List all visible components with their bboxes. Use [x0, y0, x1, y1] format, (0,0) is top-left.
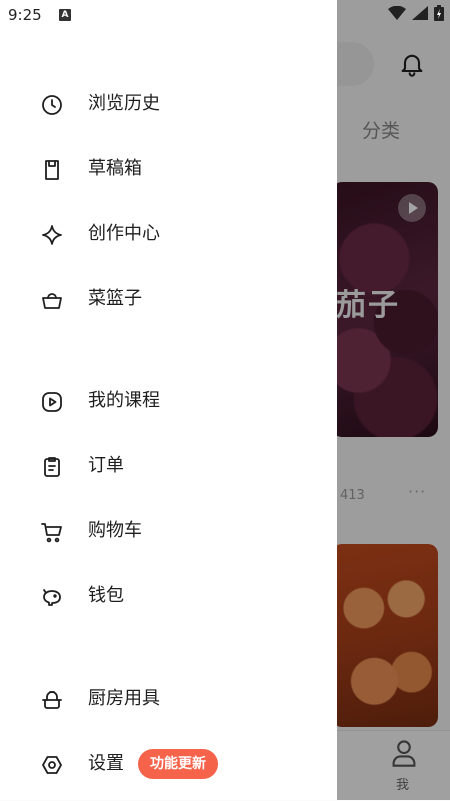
menu-item-orders[interactable]: 订单	[0, 441, 337, 493]
menu-item-wallet[interactable]: 钱包	[0, 571, 337, 623]
notification-a-icon: A	[59, 9, 71, 21]
menu-item-label: 订单	[88, 455, 124, 476]
status-time: 9:25	[8, 6, 42, 24]
menu-item-creator-center[interactable]: 创作中心	[0, 209, 337, 261]
menu-item-basket[interactable]: 菜篮子	[0, 274, 337, 326]
piggy-bank-icon	[40, 585, 64, 609]
menu-item-label: 购物车	[88, 520, 142, 541]
kitchenware-icon	[40, 688, 64, 712]
clipboard-icon	[40, 455, 64, 479]
menu-item-my-courses[interactable]: 我的课程	[0, 376, 337, 428]
clock-icon	[40, 93, 64, 117]
menu-item-cart[interactable]: 购物车	[0, 506, 337, 558]
play-course-icon	[40, 390, 64, 414]
menu-item-label: 草稿箱	[88, 158, 142, 179]
cart-icon	[40, 520, 64, 544]
menu-item-label: 厨房用具	[88, 688, 160, 709]
side-drawer: 浏览历史 草稿箱 创作中心 菜篮子 我的课程 订单 购物车 钱包 厨房用具 设置…	[0, 0, 337, 800]
menu-item-kitchenware[interactable]: 厨房用具	[0, 674, 337, 726]
status-icons	[388, 5, 444, 21]
wifi-icon	[388, 6, 406, 20]
signal-icon	[412, 6, 428, 20]
menu-item-label: 浏览历史	[88, 93, 160, 114]
menu-item-label: 我的课程	[88, 390, 160, 411]
sparkle-icon	[40, 223, 64, 247]
menu-item-label: 菜篮子	[88, 288, 142, 309]
basket-icon	[40, 288, 64, 312]
menu-item-settings[interactable]: 设置 功能更新	[0, 739, 337, 791]
menu-item-label: 钱包	[88, 585, 124, 606]
battery-icon	[434, 5, 444, 21]
menu-item-drafts[interactable]: 草稿箱	[0, 144, 337, 196]
menu-item-history[interactable]: 浏览历史	[0, 79, 337, 131]
settings-icon	[40, 753, 64, 777]
menu-item-label: 设置	[88, 753, 124, 774]
draft-icon	[40, 158, 64, 182]
menu-item-label: 创作中心	[88, 223, 160, 244]
feature-update-badge: 功能更新	[138, 749, 218, 779]
